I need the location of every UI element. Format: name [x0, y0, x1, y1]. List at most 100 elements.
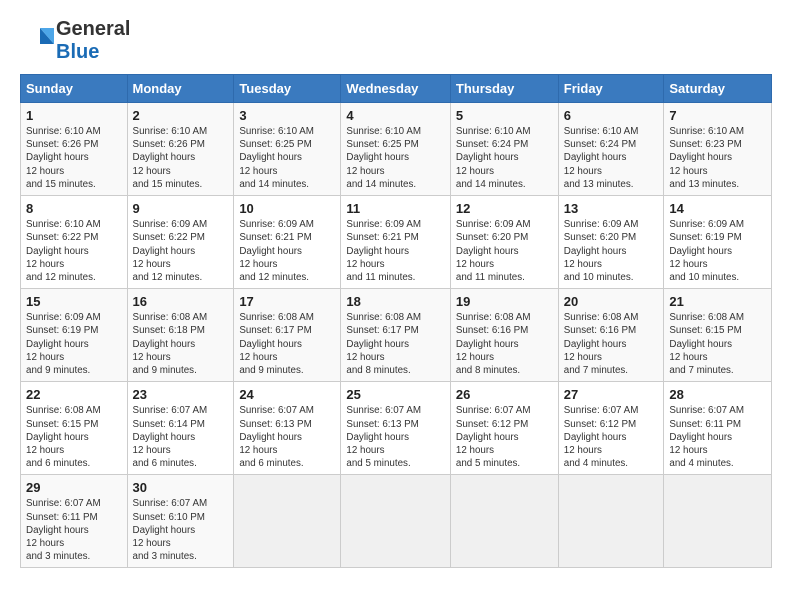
logo-blue: Blue — [56, 41, 99, 63]
col-friday: Friday — [558, 75, 664, 103]
day-info: Sunrise: 6:10 AMSunset: 6:25 PMDaylight … — [346, 125, 444, 191]
day-info: Sunrise: 6:09 AMSunset: 6:19 PMDaylight … — [26, 311, 122, 377]
day-info: Sunrise: 6:09 AMSunset: 6:20 PMDaylight … — [456, 218, 553, 284]
day-info: Sunrise: 6:07 AMSunset: 6:11 PMDaylight … — [26, 497, 122, 563]
table-row: 3Sunrise: 6:10 AMSunset: 6:25 PMDaylight… — [234, 103, 341, 196]
day-info: Sunrise: 6:09 AMSunset: 6:20 PMDaylight … — [564, 218, 659, 284]
table-row: 10 Sunrise: 6:09 AMSunset: 6:21 PMDayligh… — [234, 196, 341, 289]
calendar-week-row: 15 Sunrise: 6:09 AMSunset: 6:19 PMDayligh… — [21, 289, 772, 382]
day-number: 22 — [26, 387, 122, 402]
day-info: Sunrise: 6:08 AMSunset: 6:18 PMDaylight … — [133, 311, 229, 377]
table-row: 2 Sunrise: 6:10 AMSunset: 6:26 PMDaylight… — [127, 103, 234, 196]
calendar-week-row: 1Sunrise: 6:10 AMSunset: 6:26 PMDaylight… — [21, 103, 772, 196]
day-info: Sunrise: 6:09 AMSunset: 6:21 PMDaylight … — [239, 218, 335, 284]
day-info: Sunrise: 6:10 AMSunset: 6:26 PMDaylight … — [26, 125, 122, 191]
table-row: 11Sunrise: 6:09 AMSunset: 6:21 PMDayligh… — [341, 196, 450, 289]
table-row — [341, 475, 450, 568]
day-info: Sunrise: 6:10 AMSunset: 6:26 PMDaylight … — [133, 125, 229, 191]
day-number: 7 — [669, 108, 766, 123]
logo-icon — [20, 24, 54, 58]
day-info: Sunrise: 6:10 AMSunset: 6:24 PMDaylight … — [456, 125, 553, 191]
table-row: 21Sunrise: 6:08 AMSunset: 6:15 PMDayligh… — [664, 289, 772, 382]
table-row: 15 Sunrise: 6:09 AMSunset: 6:19 PMDayligh… — [21, 289, 128, 382]
day-info: Sunrise: 6:09 AMSunset: 6:22 PMDaylight … — [133, 218, 229, 284]
calendar-header-row: Sunday Monday Tuesday Wednesday Thursday… — [21, 75, 772, 103]
table-row: 24 Sunrise: 6:07 AMSunset: 6:13 PMDayligh… — [234, 382, 341, 475]
day-number: 19 — [456, 294, 553, 309]
table-row: 8 Sunrise: 6:10 AMSunset: 6:22 PMDaylight… — [21, 196, 128, 289]
col-saturday: Saturday — [664, 75, 772, 103]
day-number: 17 — [239, 294, 335, 309]
header: General Blue — [20, 18, 772, 64]
day-info: Sunrise: 6:07 AMSunset: 6:13 PMDaylight … — [346, 404, 444, 470]
table-row — [664, 475, 772, 568]
table-row: 28 Sunrise: 6:07 AMSunset: 6:11 PMDayligh… — [664, 382, 772, 475]
day-number: 25 — [346, 387, 444, 402]
table-row: 27Sunrise: 6:07 AMSunset: 6:12 PMDayligh… — [558, 382, 664, 475]
day-number: 2 — [133, 108, 229, 123]
day-number: 24 — [239, 387, 335, 402]
col-tuesday: Tuesday — [234, 75, 341, 103]
day-number: 15 — [26, 294, 122, 309]
table-row: 5 Sunrise: 6:10 AMSunset: 6:24 PMDaylight… — [450, 103, 558, 196]
table-row: 4 Sunrise: 6:10 AMSunset: 6:25 PMDaylight… — [341, 103, 450, 196]
day-number: 5 — [456, 108, 553, 123]
day-number: 8 — [26, 201, 122, 216]
col-sunday: Sunday — [21, 75, 128, 103]
day-number: 23 — [133, 387, 229, 402]
calendar-week-row: 8 Sunrise: 6:10 AMSunset: 6:22 PMDaylight… — [21, 196, 772, 289]
table-row: 6Sunrise: 6:10 AMSunset: 6:24 PMDaylight… — [558, 103, 664, 196]
day-info: Sunrise: 6:10 AMSunset: 6:23 PMDaylight … — [669, 125, 766, 191]
day-number: 28 — [669, 387, 766, 402]
table-row: 17 Sunrise: 6:08 AMSunset: 6:17 PMDayligh… — [234, 289, 341, 382]
day-number: 20 — [564, 294, 659, 309]
day-info: Sunrise: 6:07 AMSunset: 6:14 PMDaylight … — [133, 404, 229, 470]
table-row: 29 Sunrise: 6:07 AMSunset: 6:11 PMDayligh… — [21, 475, 128, 568]
day-number: 26 — [456, 387, 553, 402]
table-row: 20Sunrise: 6:08 AMSunset: 6:16 PMDayligh… — [558, 289, 664, 382]
table-row — [558, 475, 664, 568]
table-row: 25 Sunrise: 6:07 AMSunset: 6:13 PMDayligh… — [341, 382, 450, 475]
day-number: 13 — [564, 201, 659, 216]
day-info: Sunrise: 6:07 AMSunset: 6:13 PMDaylight … — [239, 404, 335, 470]
logo: General Blue — [20, 18, 130, 64]
calendar: Sunday Monday Tuesday Wednesday Thursday… — [20, 74, 772, 568]
table-row: 30 Sunrise: 6:07 AMSunset: 6:10 PMDayligh… — [127, 475, 234, 568]
table-row: 16 Sunrise: 6:08 AMSunset: 6:18 PMDayligh… — [127, 289, 234, 382]
day-number: 10 — [239, 201, 335, 216]
table-row: 13 Sunrise: 6:09 AMSunset: 6:20 PMDayligh… — [558, 196, 664, 289]
day-number: 16 — [133, 294, 229, 309]
table-row: 22 Sunrise: 6:08 AMSunset: 6:15 PMDayligh… — [21, 382, 128, 475]
day-number: 14 — [669, 201, 766, 216]
day-info: Sunrise: 6:08 AMSunset: 6:17 PMDaylight … — [239, 311, 335, 377]
day-number: 21 — [669, 294, 766, 309]
table-row: 18Sunrise: 6:08 AMSunset: 6:17 PMDayligh… — [341, 289, 450, 382]
table-row: 26Sunrise: 6:07 AMSunset: 6:12 PMDayligh… — [450, 382, 558, 475]
calendar-week-row: 22 Sunrise: 6:08 AMSunset: 6:15 PMDayligh… — [21, 382, 772, 475]
table-row: 19 Sunrise: 6:08 AMSunset: 6:16 PMDayligh… — [450, 289, 558, 382]
logo-general: General — [56, 18, 130, 40]
col-wednesday: Wednesday — [341, 75, 450, 103]
day-number: 30 — [133, 480, 229, 495]
day-info: Sunrise: 6:09 AMSunset: 6:19 PMDaylight … — [669, 218, 766, 284]
day-info: Sunrise: 6:09 AMSunset: 6:21 PMDaylight … — [346, 218, 444, 284]
col-thursday: Thursday — [450, 75, 558, 103]
table-row: 1Sunrise: 6:10 AMSunset: 6:26 PMDaylight… — [21, 103, 128, 196]
day-number: 3 — [239, 108, 335, 123]
day-info: Sunrise: 6:07 AMSunset: 6:11 PMDaylight … — [669, 404, 766, 470]
table-row: 23 Sunrise: 6:07 AMSunset: 6:14 PMDayligh… — [127, 382, 234, 475]
table-row: 12 Sunrise: 6:09 AMSunset: 6:20 PMDayligh… — [450, 196, 558, 289]
page: General Blue Sunday Monday Tuesday Wedne… — [0, 0, 792, 612]
table-row: 14 Sunrise: 6:09 AMSunset: 6:19 PMDayligh… — [664, 196, 772, 289]
day-info: Sunrise: 6:08 AMSunset: 6:15 PMDaylight … — [26, 404, 122, 470]
day-info: Sunrise: 6:07 AMSunset: 6:10 PMDaylight … — [133, 497, 229, 563]
day-info: Sunrise: 6:08 AMSunset: 6:16 PMDaylight … — [456, 311, 553, 377]
day-number: 29 — [26, 480, 122, 495]
calendar-week-row: 29 Sunrise: 6:07 AMSunset: 6:11 PMDayligh… — [21, 475, 772, 568]
day-number: 4 — [346, 108, 444, 123]
day-number: 12 — [456, 201, 553, 216]
table-row: 7 Sunrise: 6:10 AMSunset: 6:23 PMDaylight… — [664, 103, 772, 196]
table-row — [450, 475, 558, 568]
day-info: Sunrise: 6:10 AMSunset: 6:22 PMDaylight … — [26, 218, 122, 284]
day-number: 18 — [346, 294, 444, 309]
